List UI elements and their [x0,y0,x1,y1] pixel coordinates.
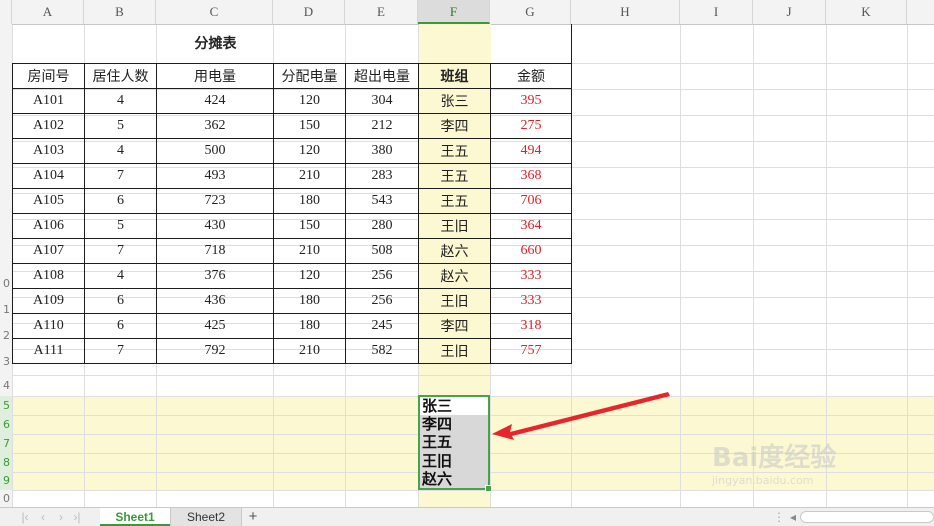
tab-split-handle-icon[interactable]: ⋮ [772,510,786,524]
last-sheet-icon[interactable]: ›| [70,510,84,524]
sheet-tab-bar: |‹ ‹ › ›| Sheet1 Sheet2 + ⋮ ◂ [0,507,934,526]
baidu-watermark: Bai度经验 jingyan.baidu.com [712,437,892,497]
scroll-left-icon[interactable]: ◂ [786,510,800,524]
tab-sheet2[interactable]: Sheet2 [170,508,242,526]
red-arrow-annotation [492,392,670,440]
tab-sheet1[interactable]: Sheet1 [100,508,170,526]
prev-sheet-icon[interactable]: ‹ [36,510,50,524]
spreadsheet-area: A B C D E F G H I J K 01234567890 分摊表 房间… [0,0,934,507]
first-sheet-icon[interactable]: |‹ [18,510,32,524]
arrow-shape [492,392,670,440]
horizontal-scrollbar[interactable] [800,511,934,523]
next-sheet-icon[interactable]: › [54,510,68,524]
watermark-logo: Bai度经验 [712,443,837,473]
watermark-url: jingyan.baidu.com [712,474,814,487]
add-sheet-button[interactable]: + [244,508,262,526]
